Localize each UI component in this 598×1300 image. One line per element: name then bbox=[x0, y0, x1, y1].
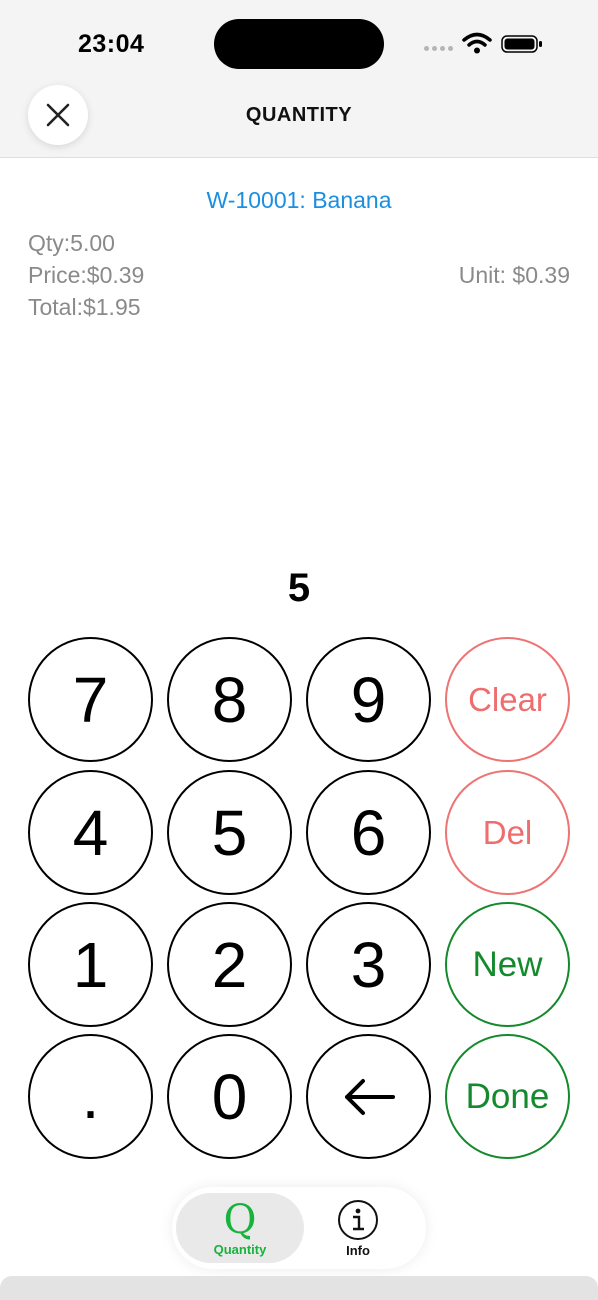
key-4[interactable]: 4 bbox=[28, 770, 153, 895]
status-time: 23:04 bbox=[78, 30, 145, 58]
quantity-screen: 23:04 QUANTITY W-10001: Banana Qty:5.00 … bbox=[0, 0, 598, 1300]
tab-bar: Q Quantity Info bbox=[172, 1187, 426, 1269]
key-8[interactable]: 8 bbox=[167, 637, 292, 762]
key-decimal[interactable]: . bbox=[28, 1034, 153, 1159]
new-button[interactable]: New bbox=[445, 902, 570, 1027]
quantity-display: 5 bbox=[287, 566, 311, 610]
item-total: Total:$1.95 bbox=[28, 294, 141, 320]
delete-button[interactable]: Del bbox=[445, 770, 570, 895]
item-title-link[interactable]: W-10001: Banana bbox=[0, 187, 598, 214]
clear-button[interactable]: Clear bbox=[445, 637, 570, 762]
tab-info-label: Info bbox=[346, 1242, 370, 1258]
tab-quantity[interactable]: Q Quantity bbox=[176, 1193, 304, 1263]
item-qty: Qty:5.00 bbox=[28, 230, 115, 256]
arrow-left-icon bbox=[344, 1078, 395, 1115]
key-7[interactable]: 7 bbox=[28, 637, 153, 762]
quantity-q-icon: Q bbox=[223, 1196, 257, 1243]
home-indicator bbox=[0, 1276, 598, 1300]
info-icon bbox=[338, 1199, 378, 1240]
battery-icon bbox=[501, 35, 542, 53]
key-2[interactable]: 2 bbox=[167, 902, 292, 1027]
page-title: QUANTITY bbox=[245, 104, 353, 126]
key-3[interactable]: 3 bbox=[306, 902, 431, 1027]
top-bar: 23:04 QUANTITY bbox=[0, 0, 598, 158]
dynamic-island bbox=[214, 19, 384, 69]
cellular-signal-icon bbox=[424, 46, 456, 52]
key-6[interactable]: 6 bbox=[306, 770, 431, 895]
tab-info[interactable]: Info bbox=[302, 1193, 414, 1263]
item-unit-price: Unit: $0.39 bbox=[458, 262, 570, 288]
key-1[interactable]: 1 bbox=[28, 902, 153, 1027]
item-price: Price:$0.39 bbox=[28, 262, 145, 288]
backspace-button[interactable] bbox=[306, 1034, 431, 1159]
key-5[interactable]: 5 bbox=[167, 770, 292, 895]
wifi-icon bbox=[462, 32, 492, 54]
key-9[interactable]: 9 bbox=[306, 637, 431, 762]
tab-quantity-label: Quantity bbox=[213, 1241, 267, 1257]
done-button[interactable]: Done bbox=[445, 1034, 570, 1159]
key-0[interactable]: 0 bbox=[167, 1034, 292, 1159]
